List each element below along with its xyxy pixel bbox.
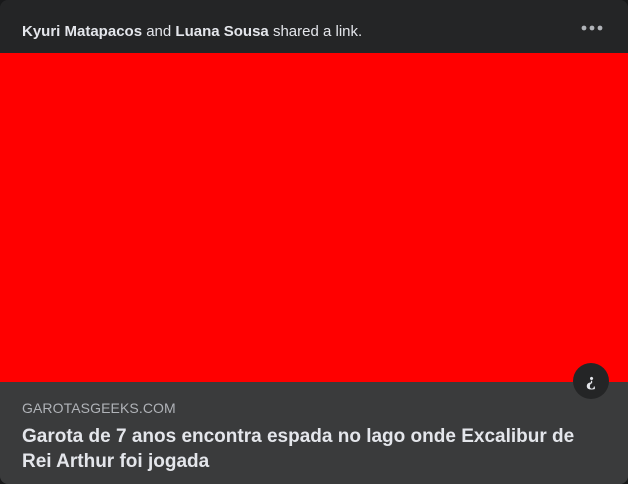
attribution-conjunction: and bbox=[146, 23, 172, 40]
attribution-action: shared a link. bbox=[272, 23, 363, 40]
actor-name-2[interactable]: Luana Sousa bbox=[175, 23, 268, 40]
more-options-button[interactable] bbox=[576, 14, 608, 42]
more-horizontal-icon bbox=[581, 25, 603, 31]
post-card: Kyuri Matapacos and Luana Sousa shared a… bbox=[0, 0, 628, 484]
actor-name-1[interactable]: Kyuri Matapacos bbox=[22, 23, 142, 40]
post-attribution: Kyuri Matapacos and Luana Sousa shared a… bbox=[22, 22, 362, 42]
link-title[interactable]: Garota de 7 anos encontra espada no lago… bbox=[22, 424, 606, 474]
link-preview-footer[interactable]: GAROTASGEEKS.COM Garota de 7 anos encont… bbox=[0, 382, 628, 484]
link-preview-image[interactable] bbox=[0, 53, 628, 382]
post-header: Kyuri Matapacos and Luana Sousa shared a… bbox=[0, 0, 628, 52]
info-button[interactable]: ¿ bbox=[573, 363, 609, 399]
info-icon: ¿ bbox=[586, 371, 596, 391]
link-domain: GAROTASGEEKS.COM bbox=[22, 400, 176, 416]
